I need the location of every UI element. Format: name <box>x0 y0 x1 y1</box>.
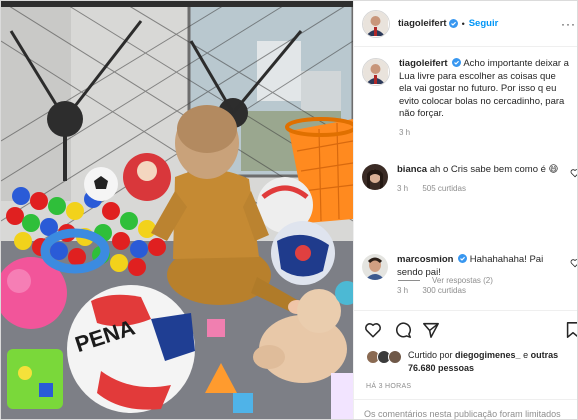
post-side-panel: tiagoleifert • Seguir ··· tiagoleifert A… <box>353 1 578 419</box>
verified-icon <box>458 254 468 263</box>
liked-by: Curtido por diegogimenes_ e outras 76.68… <box>366 349 577 374</box>
caption-body: tiagoleifert Acho importante deixar a Lu… <box>399 58 569 139</box>
post-header: tiagoleifert • Seguir ··· <box>354 1 577 47</box>
post-photo[interactable]: PENA <box>1 1 353 419</box>
verified-icon <box>448 19 458 28</box>
comments-limited-notice: Os comentários nesta publicação foram li… <box>354 399 577 419</box>
photo-illustration: PENA <box>1 1 353 419</box>
comment-username[interactable]: bianca <box>397 164 427 175</box>
liked-by-text: Curtido por diegogimenes_ e outras 76.68… <box>408 349 577 374</box>
share-icon[interactable] <box>422 321 440 339</box>
caption-username[interactable]: tiagoleifert <box>399 58 448 69</box>
comment-icon[interactable] <box>394 321 412 339</box>
author-username[interactable]: tiagoleifert <box>398 18 447 29</box>
comment-time[interactable]: 3 h <box>397 184 408 193</box>
comment-meta: 3 h 300 curtidas <box>397 285 567 298</box>
comment-likes[interactable]: 505 curtidas <box>422 184 466 193</box>
comments-list: tiagoleifert Acho importante deixar a Lu… <box>354 48 578 310</box>
caption-row: tiagoleifert Acho importante deixar a Lu… <box>362 58 577 139</box>
caption-avatar[interactable] <box>362 58 390 86</box>
author-avatar[interactable] <box>362 9 390 38</box>
liked-by-prefix: Curtido por <box>408 350 453 360</box>
comment-likes[interactable]: 300 curtidas <box>422 286 466 295</box>
instagram-post-window: PENA tiagoleifert • Seguir ··· tiagoleif… <box>0 0 578 420</box>
comment-username[interactable]: marcosmion <box>397 254 454 265</box>
caption-meta: 3 h <box>399 127 569 140</box>
liker-avatars[interactable] <box>366 349 404 365</box>
liker-avatar <box>388 350 402 364</box>
comment-text: ah o Cris sabe bem como é 😄 <box>429 164 559 175</box>
header-separator: • <box>461 18 465 29</box>
post-timestamp[interactable]: HÁ 3 HORAS <box>366 383 411 390</box>
bookmark-icon[interactable] <box>564 321 578 339</box>
commenter-avatar[interactable] <box>362 164 388 190</box>
verified-icon <box>452 58 462 67</box>
more-icon[interactable]: ··· <box>561 17 576 31</box>
heart-icon[interactable] <box>364 321 382 339</box>
liked-by-user[interactable]: diegogimenes_ <box>455 350 521 360</box>
comment-body: bianca ah o Cris sabe bem como é 😄 3 h 5… <box>397 164 567 195</box>
comment-heart-icon[interactable] <box>570 258 578 268</box>
liked-by-conjunction: e <box>523 350 529 360</box>
comment-meta: 3 h 505 curtidas <box>397 183 567 196</box>
commenter-avatar[interactable] <box>362 254 388 280</box>
comment-row: marcosmion Hahahahaha! Pai sendo pai! 3 … <box>362 254 578 298</box>
comment-body: marcosmion Hahahahaha! Pai sendo pai! 3 … <box>397 254 567 298</box>
comment-time[interactable]: 3 h <box>397 286 408 295</box>
post-actions: Curtido por diegogimenes_ e outras 76.68… <box>354 310 578 419</box>
comment-heart-icon[interactable] <box>570 168 578 178</box>
caption-time[interactable]: 3 h <box>399 128 410 137</box>
comment-row: bianca ah o Cris sabe bem como é 😄 3 h 5… <box>362 164 578 195</box>
follow-button[interactable]: Seguir <box>469 18 499 29</box>
